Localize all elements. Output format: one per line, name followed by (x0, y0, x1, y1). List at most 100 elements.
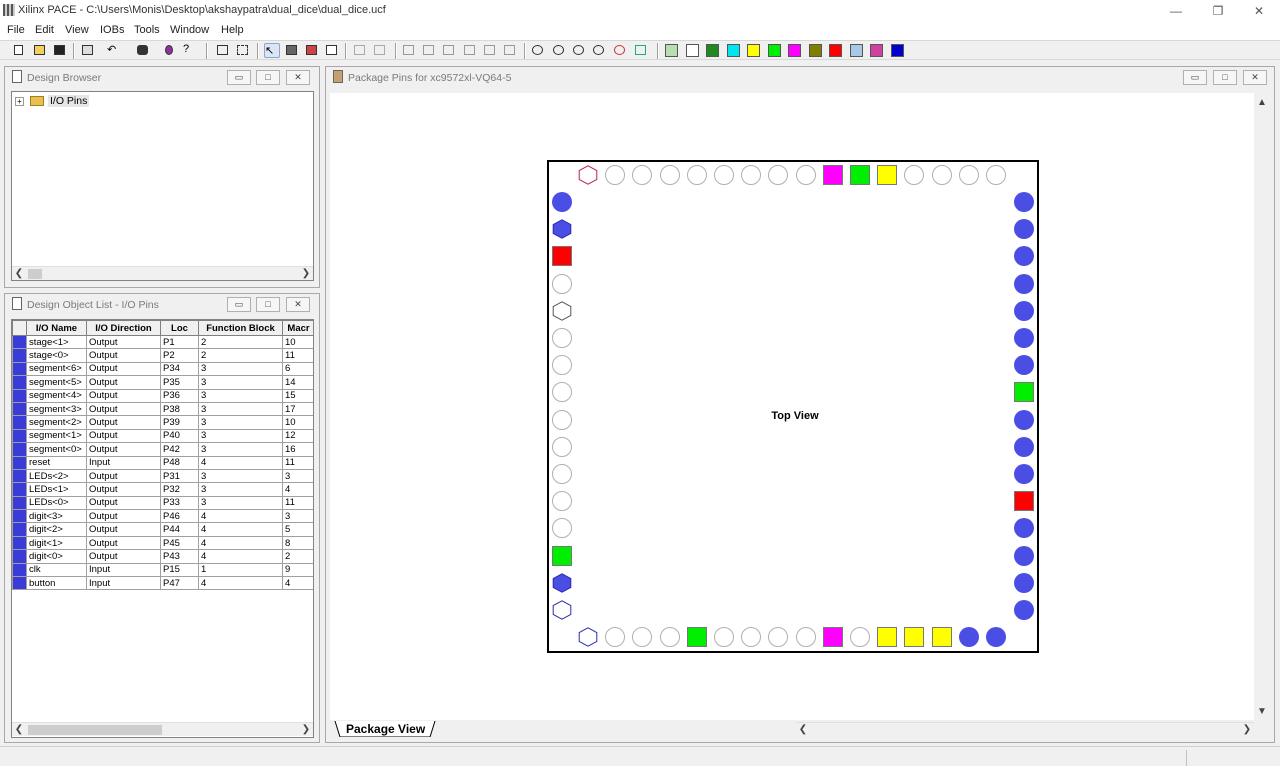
table-row[interactable]: segment<4> Output P36 3 15 (12, 388, 313, 403)
scroll-right-icon[interactable]: ❯ (299, 723, 313, 737)
table-row[interactable]: stage<1> Output P1 2 10 (12, 334, 313, 350)
cell-function-block[interactable]: 4 (198, 576, 283, 591)
scroll-thumb[interactable] (28, 725, 162, 735)
pin-unused[interactable] (632, 165, 653, 185)
view-grid-3-icon[interactable] (441, 43, 457, 58)
row-selector[interactable] (12, 361, 27, 377)
print-icon[interactable] (80, 43, 96, 58)
pin-assigned-green[interactable] (850, 165, 870, 185)
menu-window[interactable]: Window (170, 24, 209, 36)
cell-function-block[interactable]: 3 (198, 375, 283, 390)
pin-unused[interactable] (795, 165, 816, 185)
color-swatch-4[interactable] (726, 44, 740, 57)
zoom-full-icon[interactable] (591, 43, 607, 58)
row-selector[interactable] (12, 535, 27, 551)
cell-function-block[interactable]: 4 (198, 455, 283, 470)
cell-io-direction[interactable]: Output (86, 428, 161, 444)
pin-unused[interactable] (904, 165, 925, 185)
area-group-icon[interactable] (235, 43, 251, 58)
table-row[interactable]: LEDs<2> Output P31 3 3 (12, 468, 313, 484)
cell-macrocell[interactable]: 4 (282, 482, 313, 497)
cell-io-direction[interactable]: Output (86, 442, 161, 457)
pin-user-io-unassigned[interactable] (552, 192, 572, 212)
pin-unused[interactable] (741, 627, 762, 647)
color-swatch-12[interactable] (890, 44, 904, 57)
table-row[interactable]: segment<6> Output P34 3 6 (12, 361, 313, 377)
cell-io-direction[interactable]: Output (86, 509, 161, 524)
cell-io-direction[interactable]: Output (86, 482, 161, 497)
tab-package-view[interactable]: Package View (335, 721, 433, 737)
menu-file[interactable]: File (7, 24, 25, 36)
pin-user-io-unassigned[interactable] (1014, 600, 1034, 620)
scroll-left-icon[interactable]: ❮ (796, 723, 810, 737)
pin-special-blue[interactable] (552, 573, 572, 593)
cell-io-direction[interactable]: Output (86, 348, 161, 363)
cell-io-name[interactable]: LEDs<0> (26, 495, 87, 511)
cell-macrocell[interactable]: 11 (282, 495, 313, 511)
cell-io-direction[interactable]: Output (86, 388, 161, 403)
view-grid-6-icon[interactable] (502, 43, 518, 58)
row-selector[interactable] (12, 468, 27, 484)
cell-loc[interactable]: P42 (160, 442, 199, 457)
cell-io-direction[interactable]: Output (86, 361, 161, 377)
view-grid-2-icon[interactable] (421, 43, 437, 58)
table-row[interactable]: segment<0> Output P42 3 16 (12, 442, 313, 457)
zoom-fit-icon[interactable] (530, 43, 546, 58)
cell-loc[interactable]: P46 (160, 509, 199, 524)
cell-function-block[interactable]: 3 (198, 495, 283, 511)
cell-macrocell[interactable]: 10 (282, 415, 313, 430)
col-header-function-block[interactable]: Function Block (198, 320, 283, 336)
cell-loc[interactable]: P48 (160, 455, 199, 470)
cell-io-name[interactable]: reset (26, 455, 87, 470)
cell-macrocell[interactable]: 2 (282, 549, 313, 564)
help-cursor-icon[interactable]: ? (183, 43, 199, 58)
pin-special-outline-blue[interactable] (578, 627, 598, 647)
cell-io-direction[interactable]: Input (86, 576, 161, 591)
pin-unused[interactable] (552, 355, 572, 376)
cell-macrocell[interactable]: 12 (282, 428, 313, 444)
cell-macrocell[interactable]: 14 (282, 375, 313, 390)
zoom-out-icon[interactable] (551, 43, 567, 58)
color-swatch-6[interactable] (767, 44, 781, 57)
pin-unused[interactable] (686, 165, 707, 185)
color-swatch-3[interactable] (706, 44, 719, 57)
pin-unused[interactable] (850, 627, 870, 647)
pin-unused[interactable] (741, 165, 762, 185)
pin-assigned-red[interactable] (1014, 491, 1034, 512)
cell-function-block[interactable]: 2 (198, 334, 283, 350)
pin-unused[interactable] (986, 165, 1006, 185)
panel-close-button[interactable]: ✕ (286, 297, 310, 312)
cell-loc[interactable]: P35 (160, 375, 199, 390)
pin-user-io-unassigned[interactable] (1014, 328, 1034, 348)
pin-assigned-yellow[interactable] (877, 165, 898, 185)
pin-assigned-red[interactable] (552, 246, 572, 267)
cell-loc[interactable]: P45 (160, 535, 199, 551)
cell-function-block[interactable]: 4 (198, 535, 283, 551)
cell-io-direction[interactable]: Output (86, 495, 161, 511)
cell-macrocell[interactable]: 5 (282, 522, 313, 537)
panel-maximize-button[interactable]: □ (256, 70, 280, 85)
col-header-io-name[interactable]: I/O Name (26, 320, 87, 336)
cell-loc[interactable]: P44 (160, 522, 199, 537)
pin-assigned-magenta[interactable] (822, 627, 843, 647)
cell-macrocell[interactable]: 3 (282, 468, 313, 484)
cell-function-block[interactable]: 3 (198, 361, 283, 377)
pin-user-io-unassigned[interactable] (1014, 273, 1034, 294)
fit-area-icon[interactable] (215, 43, 231, 58)
table-row[interactable]: segment<2> Output P39 3 10 (12, 415, 313, 430)
cell-function-block[interactable]: 3 (198, 468, 283, 484)
cell-io-name[interactable]: segment<3> (26, 401, 87, 417)
cell-function-block[interactable]: 3 (198, 401, 283, 417)
cell-io-name[interactable]: segment<6> (26, 361, 87, 377)
wand-icon[interactable] (163, 43, 179, 58)
cell-io-name[interactable]: segment<0> (26, 442, 87, 457)
cell-io-direction[interactable]: Input (86, 455, 161, 470)
menu-help[interactable]: Help (221, 24, 244, 36)
row-selector[interactable] (12, 482, 27, 497)
color-swatch-11[interactable] (870, 44, 883, 57)
cell-macrocell[interactable]: 4 (282, 576, 313, 591)
cell-function-block[interactable]: 3 (198, 428, 283, 444)
pin-unused[interactable] (931, 165, 952, 185)
cell-loc[interactable]: P36 (160, 388, 199, 403)
menu-edit[interactable]: Edit (35, 24, 54, 36)
